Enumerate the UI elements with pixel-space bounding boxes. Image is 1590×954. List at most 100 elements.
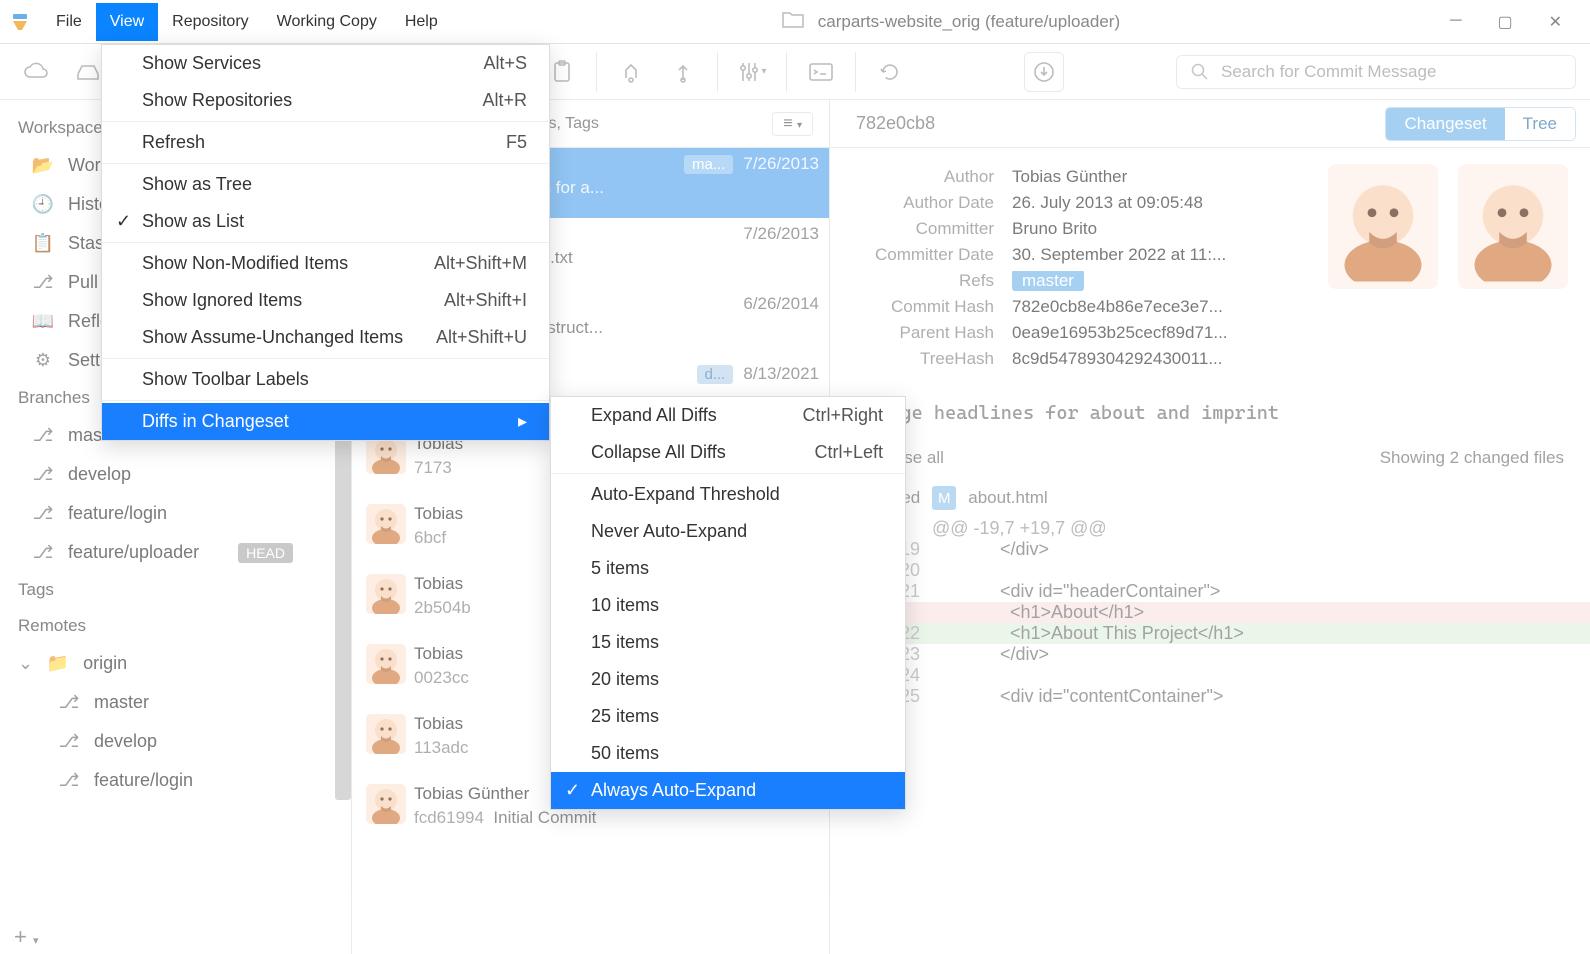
menu-item--items[interactable]: 5 items	[551, 550, 905, 587]
branch-icon: ⎇	[58, 770, 80, 791]
menu-item--items[interactable]: 25 items	[551, 698, 905, 735]
committer-avatar	[1458, 164, 1568, 289]
menu-item-show-non-modified-items[interactable]: Show Non-Modified ItemsAlt+Shift+M	[102, 245, 549, 282]
remote-branch-master[interactable]: ⎇master	[0, 683, 351, 722]
filter-button[interactable]: ≡ ▾	[772, 112, 813, 136]
merge-up-icon[interactable]	[661, 53, 705, 91]
cloud-icon[interactable]	[14, 53, 58, 91]
diffs-submenu: Expand All DiffsCtrl+RightCollapse All D…	[550, 396, 906, 810]
branch-icon: ⎇	[32, 542, 54, 563]
menu-item-show-toolbar-labels[interactable]: Show Toolbar Labels	[102, 361, 549, 398]
menu-item-collapse-all-diffs[interactable]: Collapse All DiffsCtrl+Left	[551, 434, 905, 471]
branch-icon: ⎇	[32, 425, 54, 446]
book-icon: 📖	[32, 311, 54, 332]
avatar	[366, 714, 406, 754]
sliders-icon[interactable]: ▾	[730, 53, 774, 91]
view-menu: Show ServicesAlt+SShow RepositoriesAlt+R…	[101, 44, 550, 441]
meta-row: Refsmaster	[852, 268, 1302, 294]
search-input[interactable]: Search for Commit Message	[1176, 55, 1576, 89]
folder-icon: 📁	[47, 653, 69, 674]
author-avatar	[1328, 164, 1438, 289]
diff-line: 2424	[830, 665, 1590, 686]
avatar	[366, 644, 406, 684]
remote-branch-feature-login[interactable]: ⎇feature/login	[0, 761, 351, 800]
menu-item-always-auto-expand[interactable]: ✓Always Auto-Expand	[551, 772, 905, 809]
branch-develop[interactable]: ⎇develop	[0, 455, 351, 494]
add-button[interactable]: + ▾	[14, 924, 39, 950]
section-remotes: Remotes	[0, 608, 351, 644]
window-title: carparts-website_orig (feature/uploader)	[818, 12, 1120, 32]
sidebar-item-origin[interactable]: ⌄📁origin	[0, 644, 351, 683]
check-icon: ✓	[565, 780, 580, 801]
avatar	[366, 784, 406, 824]
terminal-icon[interactable]	[799, 53, 843, 91]
branch-icon: ⎇	[58, 692, 80, 713]
menu-item--items[interactable]: 15 items	[551, 624, 905, 661]
diff-line: 1919 </div>	[830, 539, 1590, 560]
meta-row: Commit Hash782e0cb8e4b86e7ece3e7...	[852, 294, 1302, 320]
menu-item-show-ignored-items[interactable]: Show Ignored ItemsAlt+Shift+I	[102, 282, 549, 319]
remote-branch-develop[interactable]: ⎇develop	[0, 722, 351, 761]
refresh-icon[interactable]	[868, 53, 912, 91]
ref-chip: d...	[697, 365, 734, 384]
menu-item-show-services[interactable]: Show ServicesAlt+S	[102, 45, 549, 82]
app-icon	[10, 12, 30, 32]
menu-working-copy[interactable]: Working Copy	[263, 3, 391, 41]
menu-item-show-repositories[interactable]: Show RepositoriesAlt+R	[102, 82, 549, 119]
meta-row: Committer Date30. September 2022 at 11:.…	[852, 242, 1302, 268]
menu-item-refresh[interactable]: RefreshF5	[102, 124, 549, 161]
meta-row: CommitterBruno Brito	[852, 216, 1302, 242]
tab-tree[interactable]: Tree	[1505, 108, 1575, 140]
merge-down-icon[interactable]	[609, 53, 653, 91]
diff-line: 22 <h1>About</h1>	[830, 602, 1590, 623]
search-icon	[1191, 63, 1209, 81]
branch-feature-login[interactable]: ⎇feature/login	[0, 494, 351, 533]
clipboard-icon: 📋	[32, 233, 54, 254]
menu-item--items[interactable]: 50 items	[551, 735, 905, 772]
meta-row: Author Date26. July 2013 at 09:05:48	[852, 190, 1302, 216]
check-icon: ✓	[116, 211, 131, 232]
tab-changeset[interactable]: Changeset	[1386, 108, 1504, 140]
maximize-icon[interactable]: ▢	[1497, 12, 1512, 32]
chevron-right-icon: ▸	[518, 411, 527, 432]
diff-line: 2525 <div id="contentContainer">	[830, 686, 1590, 707]
gear-icon: ⚙	[32, 350, 54, 371]
close-icon[interactable]: ✕	[1549, 12, 1562, 32]
menu-item-show-as-list[interactable]: ✓Show as List	[102, 203, 549, 240]
diff-line: 2020	[830, 560, 1590, 581]
commit-message: Change headlines for about and imprint	[830, 388, 1590, 438]
meta-row: Parent Hash0ea9e16953b25cecf89d71...	[852, 320, 1302, 346]
branch-feature-uploader[interactable]: ⎇feature/uploaderHEAD	[0, 533, 351, 572]
modified-badge-icon: M	[932, 486, 956, 510]
menu-item-show-as-tree[interactable]: Show as Tree	[102, 166, 549, 203]
folder-icon	[782, 10, 804, 33]
minimize-icon[interactable]: ─	[1450, 12, 1461, 32]
clock-icon: 🕘	[32, 194, 54, 215]
branch-icon: ⎇	[58, 731, 80, 752]
menu-item-show-assume-unchanged-items[interactable]: Show Assume-Unchanged ItemsAlt+Shift+U	[102, 319, 549, 356]
menu-repository[interactable]: Repository	[158, 3, 262, 41]
menu-item-never-auto-expand[interactable]: Never Auto-Expand	[551, 513, 905, 550]
diff-line: 2323 </div>	[830, 644, 1590, 665]
menu-item--items[interactable]: 20 items	[551, 661, 905, 698]
meta-row: AuthorTobias Günther	[852, 164, 1302, 190]
menu-item-expand-all-diffs[interactable]: Expand All DiffsCtrl+Right	[551, 397, 905, 434]
ref-chip: master	[1012, 271, 1084, 291]
branch-icon: ⎇	[32, 464, 54, 485]
menu-item-auto-expand-threshold[interactable]: Auto-Expand Threshold	[551, 476, 905, 513]
folder-icon: 📂	[32, 155, 54, 176]
menu-help[interactable]: Help	[391, 3, 452, 41]
section-tags: Tags	[0, 572, 351, 608]
download-icon[interactable]	[1024, 52, 1064, 92]
diff-hunk-header: @@ -19,7 +19,7 @@	[830, 518, 1590, 539]
avatar	[366, 504, 406, 544]
menu-item--items[interactable]: 10 items	[551, 587, 905, 624]
pull-icon: ⎇	[32, 272, 54, 293]
branch-icon: ⎇	[32, 503, 54, 524]
diff-line: 2121 <div id="headerContainer">	[830, 581, 1590, 602]
diff-line: +22 <h1>About This Project</h1>	[830, 623, 1590, 644]
menu-item-diffs-in-changeset[interactable]: Diffs in Changeset▸	[102, 403, 549, 440]
menu-view[interactable]: View	[96, 3, 158, 41]
menu-file[interactable]: File	[42, 3, 96, 41]
search-placeholder: Search for Commit Message	[1221, 62, 1436, 82]
